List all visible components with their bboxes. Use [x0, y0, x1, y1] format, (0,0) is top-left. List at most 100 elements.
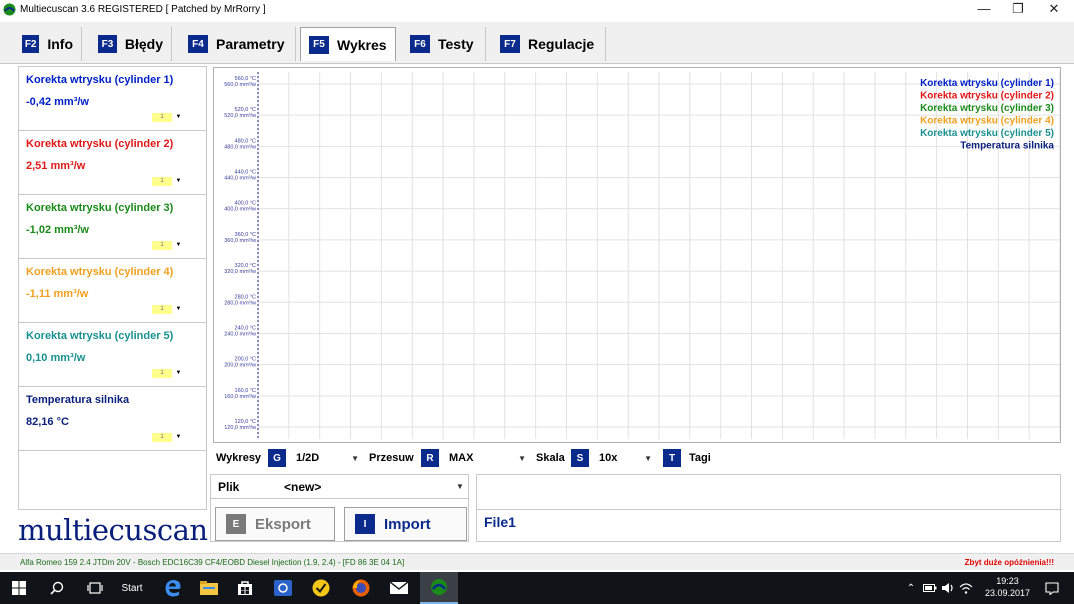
norton-icon[interactable] [304, 572, 338, 604]
file-explorer-icon[interactable] [192, 572, 226, 604]
plik-select[interactable]: Plik <new> ▼ [211, 475, 468, 499]
param-name: Korekta wtrysku (cylinder 4) [26, 266, 174, 278]
param-cylinder-2: Korekta wtrysku (cylinder 2) 2,51 mm³/w … [19, 131, 206, 195]
ecu-info: Alfa Romeo 159 2.4 JTDm 20V - Bosch EDC1… [20, 558, 405, 567]
skala-label: Skala [536, 452, 565, 464]
y-tick-label-mm3: 120,0 mm³/w [224, 425, 256, 431]
skala-select[interactable]: 10x ▼ [592, 448, 652, 468]
clock[interactable]: 19:23 23.09.2017 [985, 575, 1030, 599]
file-panel: Plik <new> ▼ E Eksport I Import [210, 474, 469, 542]
y-tick-label-mm3: 160,0 mm³/w [224, 394, 256, 400]
param-scale-select[interactable]: 1 ▼ [152, 113, 185, 122]
minimize-button[interactable]: — [966, 0, 1002, 20]
tab-key: F7 [500, 35, 520, 53]
import-button[interactable]: I Import [344, 507, 467, 541]
param-value: 82,16 °C [26, 416, 69, 428]
file-list[interactable]: File1 [476, 474, 1062, 542]
latency-warning: Zbyt duże opóźnienia!!! [964, 558, 1054, 567]
plik-label: Plik [218, 480, 240, 494]
legend-entry: Korekta wtrysku (cylinder 4) [920, 116, 1054, 127]
eksport-key: E [226, 514, 246, 534]
legend-entry: Korekta wtrysku (cylinder 1) [920, 78, 1054, 89]
y-tick-label-mm3: 320,0 mm³/w [224, 269, 256, 275]
param-scale-select[interactable]: 1 ▼ [152, 241, 185, 250]
tab-regulacje[interactable]: F7 Regulacje [492, 27, 606, 61]
firefox-icon[interactable] [344, 572, 378, 604]
chevron-up-icon[interactable]: ⌃ [904, 572, 918, 604]
y-tick-label-mm3: 440,0 mm³/w [224, 176, 256, 182]
edge-icon[interactable] [156, 572, 190, 604]
chevron-down-icon: ▼ [175, 434, 182, 440]
legend-entry: Temperatura silnika [960, 141, 1054, 152]
param-scale-select[interactable]: 1 ▼ [152, 433, 185, 442]
wifi-icon[interactable] [958, 572, 974, 604]
param-value: 0,10 mm³/w [26, 352, 86, 364]
windows-start-icon[interactable] [0, 572, 38, 604]
select-value: 1 [152, 113, 172, 122]
select-value: 1 [152, 433, 172, 442]
store-icon[interactable] [228, 572, 262, 604]
file-name[interactable]: File1 [484, 514, 516, 530]
tagi-button[interactable]: Tagi [689, 448, 711, 468]
param-value: -0,42 mm³/w [26, 96, 89, 108]
eksport-button[interactable]: E Eksport [215, 507, 335, 541]
tab-testy[interactable]: F6 Testy [402, 27, 486, 61]
file-list-divider [477, 509, 1062, 510]
chart-svg: 560,0 °C560,0 mm³/w520,0 °C520,0 mm³/w48… [224, 72, 1060, 439]
chevron-down-icon: ▼ [175, 306, 182, 312]
multiecuscan-taskbar-icon[interactable] [420, 572, 458, 604]
tab-label: Info [47, 36, 73, 52]
search-icon[interactable] [40, 572, 74, 604]
volume-icon[interactable] [940, 572, 956, 604]
param-name: Korekta wtrysku (cylinder 2) [26, 138, 174, 150]
chart-controls: Wykresy G 1/2D ▼ Przesuw R MAX ▼ Skala S 1… [213, 446, 1061, 470]
clock-time: 19:23 [996, 576, 1019, 586]
tab-info[interactable]: F2 Info [14, 27, 82, 61]
legend-entry: Korekta wtrysku (cylinder 3) [920, 103, 1054, 114]
chevron-down-icon: ▼ [644, 453, 652, 463]
tab-bledy[interactable]: F3 Błędy [90, 27, 172, 61]
task-view-icon[interactable] [78, 572, 112, 604]
chevron-down-icon: ▼ [175, 114, 182, 120]
przesuw-key: R [421, 448, 439, 468]
tagi-key: T [663, 448, 681, 468]
mail-icon[interactable] [382, 572, 416, 604]
y-tick-label-mm3: 360,0 mm³/w [224, 238, 256, 244]
battery-icon[interactable] [922, 572, 938, 604]
taskbar: Start ⌃ 19:23 23.09.2017 [0, 572, 1074, 604]
y-tick-label-mm3: 280,0 mm³/w [224, 300, 256, 306]
select-value: 1 [152, 177, 172, 186]
tab-label: Regulacje [528, 36, 595, 52]
przesuw-select[interactable]: MAX ▼ [442, 448, 526, 468]
start-label[interactable]: Start [112, 572, 152, 604]
import-label: Import [384, 515, 431, 533]
tab-parametry[interactable]: F4 Parametry [180, 27, 296, 61]
param-scale-select[interactable]: 1 ▼ [152, 369, 185, 378]
tab-label: Parametry [216, 36, 285, 52]
window-title: Multiecuscan 3.6 REGISTERED [ Patched by… [20, 4, 266, 15]
tab-wykres[interactable]: F5 Wykres [300, 27, 396, 61]
close-button[interactable]: ✕ [1036, 0, 1072, 20]
restore-button[interactable]: ❐ [1000, 0, 1036, 20]
przesuw-label: Przesuw [369, 452, 414, 464]
status-bar: Alfa Romeo 159 2.4 JTDm 20V - Bosch EDC1… [0, 553, 1074, 570]
param-scale-select[interactable]: 1 ▼ [152, 305, 185, 314]
chart-area[interactable]: 560,0 °C 560,0 mm³/w 520,0 °C 520,0 mm³/w 48… [213, 67, 1061, 443]
param-value: 2,51 mm³/w [26, 160, 86, 172]
y-tick-label-mm3: 560,0 mm³/w [224, 82, 256, 88]
y-tick-label-mm3: 480,0 mm³/w [224, 144, 256, 150]
outlook-icon[interactable] [266, 572, 300, 604]
chart-legend: Korekta wtrysku (cylinder 1) Korekta wtry… [920, 78, 1054, 152]
chevron-down-icon: ▼ [456, 482, 464, 491]
legend-entry: Korekta wtrysku (cylinder 2) [920, 91, 1054, 102]
multiecuscan-logo: multiecuscan [18, 513, 208, 547]
wykresy-select[interactable]: 1/2D ▼ [289, 448, 359, 468]
tab-key: F5 [309, 35, 329, 54]
notifications-icon[interactable] [1038, 572, 1066, 604]
param-cylinder-1: Korekta wtrysku (cylinder 1) -0,42 mm³/w… [19, 67, 206, 131]
parameter-panel: Korekta wtrysku (cylinder 1) -0,42 mm³/w… [18, 66, 207, 510]
chevron-down-icon: ▼ [351, 453, 359, 463]
y-tick-label-mm3: 200,0 mm³/w [224, 363, 256, 369]
param-scale-select[interactable]: 1 ▼ [152, 177, 185, 186]
select-value: 1 [152, 369, 172, 378]
